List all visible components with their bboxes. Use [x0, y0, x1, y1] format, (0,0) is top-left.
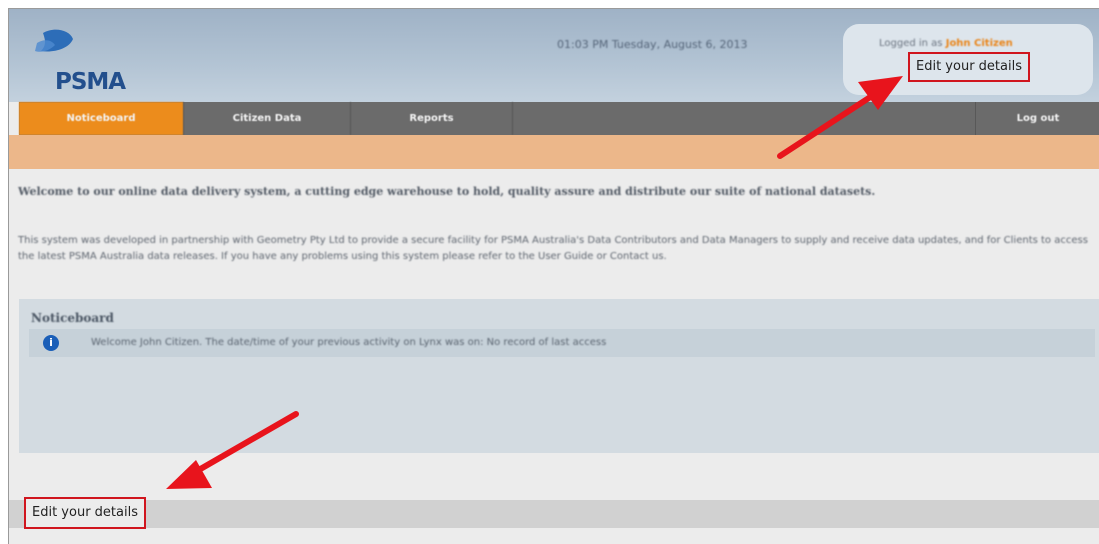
- nav-tab-noticeboard[interactable]: Noticeboard: [19, 102, 184, 135]
- logo-text: PSMA: [55, 69, 126, 95]
- login-status-panel: Logged in as John Citizen Edit your deta…: [843, 24, 1093, 95]
- nav-spacer: [513, 102, 976, 135]
- welcome-heading: Welcome to our online data delivery syst…: [18, 185, 876, 198]
- notice-item: i Welcome John Citizen. The date/time of…: [29, 329, 1095, 357]
- edit-details-link-header[interactable]: Edit your details: [908, 52, 1030, 82]
- logged-in-status: Logged in as John Citizen: [879, 38, 1013, 49]
- noticeboard-title: Noticeboard: [31, 311, 114, 325]
- info-icon: i: [43, 335, 59, 351]
- noticeboard-panel: Noticeboard i Welcome John Citizen. The …: [19, 299, 1099, 453]
- psma-logo[interactable]: PSMA: [23, 21, 126, 104]
- edit-details-link-footer[interactable]: Edit your details: [24, 497, 146, 529]
- sub-nav-bar: [9, 135, 1099, 169]
- current-datetime: 01:03 PM Tuesday, August 6, 2013: [557, 38, 748, 51]
- app-window: PSMA 01:03 PM Tuesday, August 6, 2013 Lo…: [8, 8, 1099, 544]
- page-header: PSMA 01:03 PM Tuesday, August 6, 2013 Lo…: [9, 9, 1099, 104]
- logout-button[interactable]: Log out: [976, 102, 1099, 135]
- intro-paragraph: This system was developed in partnership…: [18, 235, 1088, 262]
- footer-bar: Edit your details: [9, 497, 1099, 529]
- nav-tab-citizen-data[interactable]: Citizen Data: [184, 102, 351, 135]
- main-nav: Noticeboard Citizen Data Reports Log out: [19, 102, 1099, 135]
- nav-tab-reports[interactable]: Reports: [351, 102, 513, 135]
- user-name-link[interactable]: John Citizen: [946, 38, 1013, 49]
- logged-in-label: Logged in as: [879, 38, 943, 49]
- notice-message: Welcome John Citizen. The date/time of y…: [91, 337, 607, 348]
